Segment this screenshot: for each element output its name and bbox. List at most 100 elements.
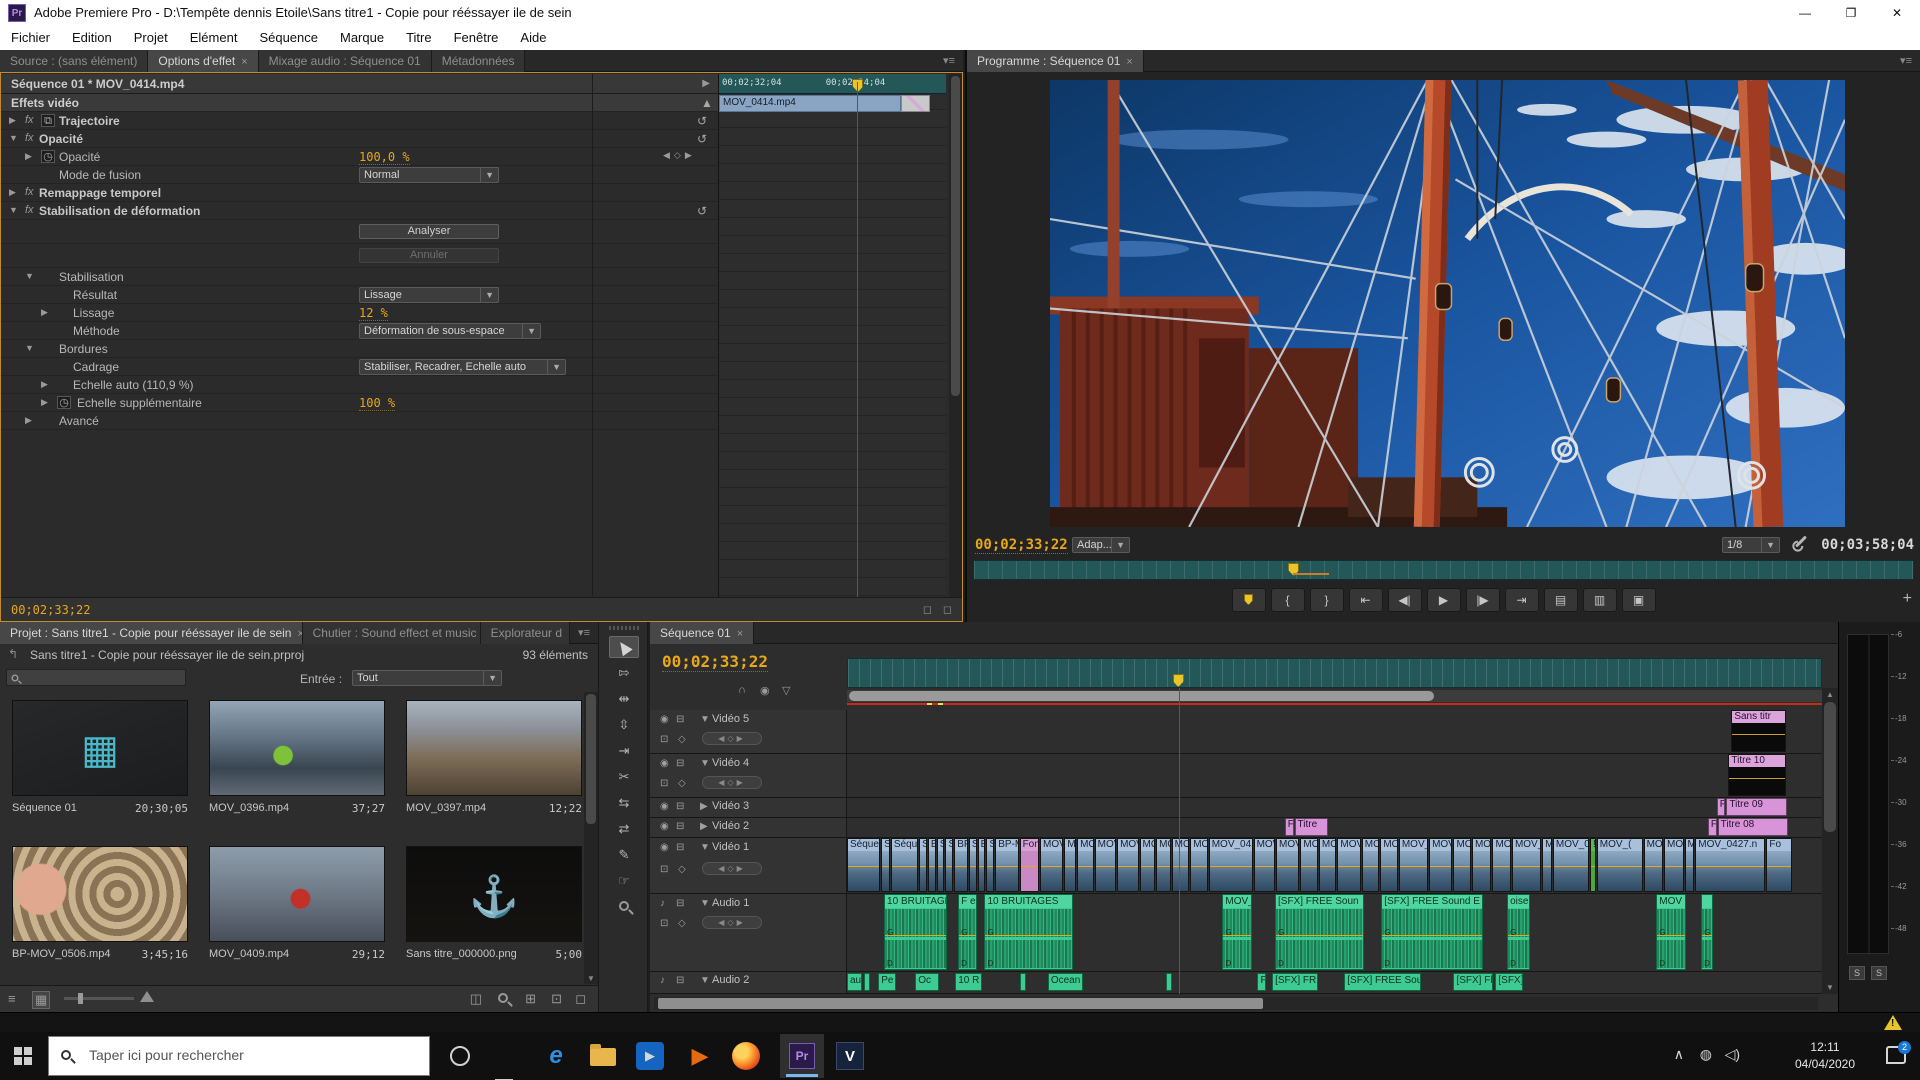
video-clip[interactable]: MO	[1156, 838, 1171, 892]
audio-clip[interactable]: [SFX]	[1495, 973, 1523, 991]
audio-clip[interactable]: G D	[1701, 894, 1713, 970]
video-clip[interactable]: MOV_0427.n	[1695, 838, 1766, 892]
video-clip[interactable]: Fo	[1766, 838, 1792, 892]
audio-clip[interactable]: [SFX] Fl	[1453, 973, 1494, 991]
set-display-style-icon[interactable]: ⊡	[660, 864, 668, 875]
effect-mini-timeline[interactable]: 00;02;32;04 00;02;34;04 MOV_0414.mp4	[719, 74, 946, 620]
network-icon[interactable]: ◍	[1700, 1046, 1712, 1063]
set-display-style-icon[interactable]: ⊡	[660, 734, 668, 745]
menu-item[interactable]: Fichier	[0, 26, 61, 50]
video-clip[interactable]: MOV_	[1276, 838, 1300, 892]
timeline-current-timecode[interactable]: 00;02;33;22	[662, 652, 768, 672]
track-header-video4[interactable]: ◉ ⊟ ▼ Vidéo 4 ⊡ ◇ ◀◇▶	[650, 754, 847, 797]
snap-icon[interactable]: ∩	[738, 684, 746, 696]
audio-clip[interactable]	[1019, 973, 1026, 991]
twirl-icon[interactable]: ▼	[700, 842, 710, 853]
tab-project[interactable]: Projet : Sans titre1 - Copie pour rééssa…	[0, 622, 303, 644]
title-clip[interactable]: Titre 10	[1728, 754, 1786, 796]
twirl-icon[interactable]: ▶	[25, 415, 35, 426]
video-clip[interactable]: Séque	[890, 838, 919, 892]
settings-wrench-icon[interactable]	[1794, 535, 1808, 548]
menu-item[interactable]: Aide	[509, 26, 557, 50]
playhead-marker[interactable]	[1172, 674, 1184, 687]
menu-item[interactable]: Fenêtre	[443, 26, 510, 50]
eye-icon[interactable]: ◉	[660, 714, 669, 725]
project-scrollbar[interactable]: ▼	[584, 692, 598, 984]
video-clip[interactable]: BP-M(	[995, 838, 1019, 892]
slip-tool[interactable]: ⇆	[609, 792, 639, 814]
firefox-icon[interactable]	[732, 1042, 760, 1070]
video-clip[interactable]: MOV	[1471, 838, 1492, 892]
video-clip[interactable]: MOV	[1171, 838, 1190, 892]
item-name[interactable]: Sans titre_000000.png	[406, 948, 517, 961]
blend-mode-dropdown[interactable]: ▼ Normal	[359, 167, 499, 183]
video-clip[interactable]: MOV_(	[1596, 838, 1643, 892]
additional-scale-value[interactable]: 100 %	[359, 396, 396, 411]
video-clip[interactable]: S	[986, 838, 995, 892]
audio-clip[interactable]: MOV G D	[1656, 894, 1686, 970]
twirl-icon[interactable]: ▶	[700, 801, 708, 812]
smoothness-value[interactable]: 12 %	[359, 306, 388, 321]
video-clip[interactable]: S	[936, 838, 945, 892]
video-clip[interactable]: MOV	[1253, 838, 1275, 892]
row-advanced[interactable]: ▶ Avancé	[1, 412, 718, 430]
sync-lock-icon[interactable]: ⊟	[676, 758, 684, 769]
maximize-button[interactable]: ❐	[1828, 0, 1874, 26]
set-display-style-icon[interactable]: ⊡	[660, 778, 668, 789]
program-current-timecode[interactable]: 00;02;33;22	[975, 537, 1068, 554]
tab-source[interactable]: Source : (sans élément)	[0, 50, 149, 72]
sync-lock-icon[interactable]: ⊟	[676, 714, 684, 725]
row-additional-scale[interactable]: ▶ ◷ Echelle supplémentaire 100 %	[1, 394, 718, 412]
track-header-video1[interactable]: ◉ ⊟ ▼ Vidéo 1 ⊡ ◇ ◀◇▶	[650, 838, 847, 893]
find-icon[interactable]	[498, 991, 508, 1006]
close-button[interactable]: ✕	[1874, 0, 1920, 26]
video-clip[interactable]: M(	[1064, 838, 1077, 892]
video-clip[interactable]: B	[927, 838, 936, 892]
waveform-icon[interactable]: ⊡	[660, 918, 668, 929]
mini-time-ruler[interactable]: 00;02;32;04 00;02;34;04	[719, 74, 946, 94]
reset-icon[interactable]: ↺	[697, 114, 707, 128]
tab-program[interactable]: Programme : Séquence 01 ×	[967, 50, 1144, 72]
menu-item[interactable]: Projet	[123, 26, 179, 50]
video-clip[interactable]: E	[977, 838, 986, 892]
hand-tool[interactable]: ☞	[609, 870, 639, 892]
twirl-icon[interactable]: ▼	[700, 898, 710, 909]
video-clip[interactable]: MOV_	[1117, 838, 1139, 892]
selection-tool[interactable]	[609, 636, 639, 658]
extract-button[interactable]: ▥	[1582, 588, 1617, 612]
timeline-vertical-scrollbar[interactable]: ▲ ▼	[1822, 688, 1838, 994]
track-header-video2[interactable]: ◉ ⊟ ▶ Vidéo 2	[650, 818, 847, 837]
reset-icon[interactable]: ↺	[697, 132, 707, 146]
reset-icon[interactable]: ↺	[697, 204, 707, 218]
twirl-icon[interactable]: ▼	[700, 714, 710, 725]
video-clip[interactable]: MOV_	[1190, 838, 1208, 892]
effect-row-warp-stabilizer[interactable]: ▼ fx Stabilisation de déformation ↺	[1, 202, 718, 220]
new-item-icon[interactable]: ⊡	[551, 991, 562, 1007]
video-clip[interactable]: MO'	[1492, 838, 1511, 892]
video-clip[interactable]: S	[968, 838, 977, 892]
keyframe-nav-pill[interactable]: ◀◇▶	[702, 862, 762, 875]
video-clip[interactable]: MOV_0	[1511, 838, 1542, 892]
filter-dropdown[interactable]: ▼ Tout	[352, 670, 502, 686]
item-name[interactable]: MOV_0396.mp4	[209, 802, 289, 815]
effect-row-time-remap[interactable]: ▶ fx Remappage temporel	[1, 184, 718, 202]
tab-sequence[interactable]: Séquence 01 ×	[650, 622, 755, 644]
row-stabilization-group[interactable]: ▼ Stabilisation	[1, 268, 718, 286]
new-bin-icon[interactable]: ⊞	[525, 991, 536, 1007]
automate-to-sequence-icon[interactable]: ◫	[470, 991, 482, 1007]
video-clip[interactable]: MOV_	[1429, 838, 1453, 892]
audio-clip[interactable]: au	[847, 973, 862, 991]
tab-metadata[interactable]: Métadonnées	[431, 50, 526, 72]
audio-clip[interactable]: Oc	[915, 973, 939, 991]
add-marker-button[interactable]	[1231, 588, 1266, 612]
video-clip[interactable]: S	[945, 838, 954, 892]
mini-clip-bar[interactable]: MOV_0414.mp4	[719, 95, 901, 112]
audio-clip[interactable]: Ocean	[1047, 973, 1083, 991]
audio-clip[interactable]: oise G D	[1507, 894, 1531, 970]
item-thumbnail[interactable]: ⚓	[406, 846, 582, 942]
rolling-edit-tool[interactable]: ⇳	[609, 714, 639, 736]
media-play-icon[interactable]: ▶	[684, 1040, 716, 1072]
audio-clip[interactable]: Pe	[878, 973, 896, 991]
marker-menu-icon[interactable]: ▽	[782, 684, 790, 697]
icon-view-icon[interactable]: ▦	[32, 991, 51, 1009]
